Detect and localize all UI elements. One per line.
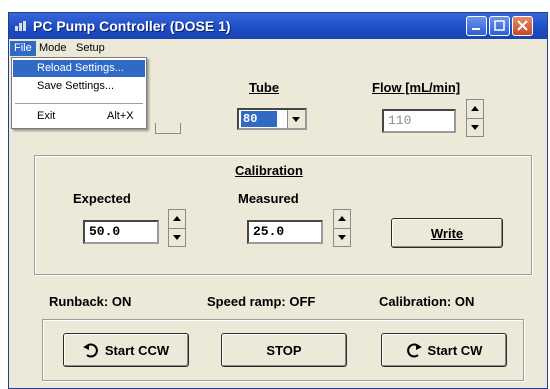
- measured-up-button[interactable]: [334, 210, 350, 229]
- menu-separator: [15, 103, 143, 104]
- menu-item-reload-settings[interactable]: Reload Settings...: [13, 60, 145, 77]
- rotate-cw-icon: [406, 343, 422, 358]
- runback-status: Runback: ON: [49, 294, 132, 309]
- start-cw-button[interactable]: Start CW: [381, 333, 507, 367]
- speed-ramp-status: Speed ramp: OFF: [207, 294, 316, 309]
- menu-mode[interactable]: Mode: [35, 41, 71, 56]
- measured-label: Measured: [238, 191, 299, 206]
- measured-field[interactable]: 25.0: [247, 220, 323, 244]
- arrow-down-icon: [471, 125, 479, 130]
- tube-select[interactable]: 80: [237, 108, 307, 130]
- arrow-up-icon: [471, 106, 479, 111]
- calibration-status: Calibration: ON: [379, 294, 475, 309]
- file-menu-dropdown: Reload Settings... Save Settings... Exit…: [11, 57, 147, 129]
- minimize-icon: [472, 28, 480, 30]
- chevron-down-icon: [292, 117, 300, 122]
- menu-bar: File Mode Setup: [9, 39, 547, 57]
- expected-spinner[interactable]: [168, 209, 186, 247]
- flow-down-button[interactable]: [467, 118, 483, 136]
- close-button[interactable]: [512, 16, 533, 36]
- maximize-icon: [494, 20, 505, 31]
- flow-field[interactable]: 110: [382, 109, 456, 133]
- arrow-up-icon: [338, 216, 346, 221]
- expected-field[interactable]: 50.0: [83, 220, 159, 244]
- app-window: PC Pump Controller (DOSE 1) File Mode Se…: [8, 12, 548, 389]
- rotate-ccw-icon: [82, 343, 98, 358]
- measured-spinner[interactable]: [333, 209, 351, 247]
- maximize-button[interactable]: [489, 16, 510, 36]
- tube-label: Tube: [249, 80, 280, 95]
- menu-setup[interactable]: Setup: [72, 41, 109, 56]
- stop-button[interactable]: STOP: [221, 333, 347, 367]
- expected-label: Expected: [73, 191, 131, 206]
- calibration-title: Calibration: [235, 163, 303, 178]
- tube-dropdown-button[interactable]: [287, 110, 305, 128]
- arrow-down-icon: [338, 235, 346, 240]
- tube-value: 80: [241, 111, 277, 127]
- menu-file[interactable]: File: [10, 41, 36, 56]
- window-title: PC Pump Controller (DOSE 1): [33, 18, 231, 34]
- exit-shortcut: Alt+X: [107, 110, 134, 122]
- pump-icon: [15, 21, 26, 31]
- measured-down-button[interactable]: [334, 228, 350, 246]
- obscured-spin-button[interactable]: [155, 123, 181, 134]
- expected-down-button[interactable]: [169, 228, 185, 246]
- motor-controls-group: Start CCW STOP Start CW: [42, 319, 524, 381]
- menu-item-save-settings[interactable]: Save Settings...: [13, 78, 145, 95]
- title-bar[interactable]: PC Pump Controller (DOSE 1): [9, 13, 547, 39]
- flow-up-button[interactable]: [467, 100, 483, 119]
- close-icon: [517, 20, 528, 31]
- start-ccw-button[interactable]: Start CCW: [63, 333, 189, 367]
- calibration-group: Calibration Expected 50.0 Measured 25.0 …: [34, 155, 532, 275]
- flow-label: Flow [mL/min]: [372, 80, 461, 95]
- arrow-down-icon: [173, 235, 181, 240]
- menu-item-exit[interactable]: Exit Alt+X: [13, 108, 145, 125]
- minimize-button[interactable]: [466, 16, 487, 36]
- arrow-up-icon: [173, 216, 181, 221]
- flow-spinner[interactable]: [466, 99, 484, 137]
- expected-up-button[interactable]: [169, 210, 185, 229]
- write-button[interactable]: Write: [391, 218, 503, 248]
